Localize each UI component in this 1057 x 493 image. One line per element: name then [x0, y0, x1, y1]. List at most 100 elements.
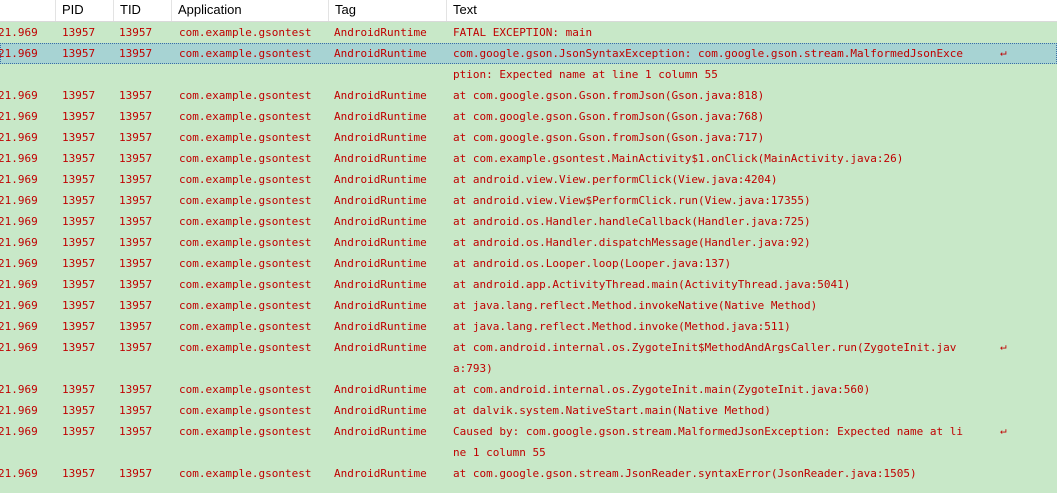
log-app-cell: [179, 442, 329, 463]
log-row[interactable]: 21.969 13957 13957 com.example.gsontest Andr…: [0, 169, 1057, 190]
log-row[interactable]: 21.969 13957 13957 com.example.gsontest Andr…: [0, 463, 1057, 484]
log-row[interactable]: 21.969 13957 13957 com.example.gsontest Andr…: [0, 22, 1057, 43]
log-row[interactable]: 21.969 13957 13957 com.example.gsontest Andr…: [0, 379, 1057, 400]
log-time-cell: 21.969: [0, 89, 38, 102]
log-row-continuation[interactable]: a:793): [0, 358, 1057, 379]
log-tid-cell: [119, 442, 173, 463]
log-app-cell: com.example.gsontest: [179, 341, 312, 354]
log-tid-cell: 13957: [119, 215, 153, 228]
log-time-cell: 21.969: [0, 215, 38, 228]
log-row[interactable]: 21.969 13957 13957 com.example.gsontest Andr…: [0, 421, 1057, 442]
log-pid-cell: 13957: [62, 320, 96, 333]
log-tag-cell: [334, 358, 448, 379]
log-row[interactable]: 21.969 13957 13957 com.example.gsontest Andr…: [0, 253, 1057, 274]
log-row[interactable]: 21.969 13957 13957 com.example.gsontest Andr…: [0, 211, 1057, 232]
column-header-time[interactable]: [0, 0, 56, 21]
log-row[interactable]: 21.969 13957 13957 com.example.gsontest Andr…: [0, 316, 1057, 337]
log-time-cell: [0, 442, 54, 463]
log-row[interactable]: 21.969 13957 13957 com.example.gsontest Andr…: [0, 106, 1057, 127]
log-text-cell: at android.view.View.performClick(View.j…: [453, 173, 778, 186]
log-app-cell: com.example.gsontest: [179, 236, 312, 249]
log-tid-cell: 13957: [119, 467, 153, 480]
log-app-cell: com.example.gsontest: [179, 215, 312, 228]
log-app-cell: com.example.gsontest: [179, 47, 312, 60]
log-text-cell: at android.app.ActivityThread.main(Activ…: [453, 278, 851, 291]
log-app-cell: com.example.gsontest: [179, 299, 312, 312]
log-app-cell: com.example.gsontest: [179, 383, 312, 396]
log-text-cell: at android.os.Handler.dispatchMessage(Ha…: [453, 236, 811, 249]
log-time-cell: 21.969: [0, 341, 38, 354]
column-header-application[interactable]: Application: [172, 0, 329, 21]
log-text-cell: at dalvik.system.NativeStart.main(Native…: [453, 404, 771, 417]
log-app-cell: com.example.gsontest: [179, 278, 312, 291]
log-row[interactable]: 21.969 13957 13957 com.example.gsontest Andr…: [0, 43, 1057, 64]
log-tag-cell: [334, 64, 448, 85]
table-header: PID TID Application Tag Text: [0, 0, 1057, 22]
log-tag-cell: AndroidRuntime: [334, 215, 427, 228]
log-tid-cell: 13957: [119, 152, 153, 165]
log-row[interactable]: 21.969 13957 13957 com.example.gsontest Andr…: [0, 274, 1057, 295]
log-row[interactable]: 21.969 13957 13957 com.example.gsontest Andr…: [0, 295, 1057, 316]
log-row[interactable]: 21.969 13957 13957 com.example.gsontest Andr…: [0, 85, 1057, 106]
log-pid-cell: 13957: [62, 299, 96, 312]
log-pid-cell: 13957: [62, 215, 96, 228]
log-pid-cell: 13957: [62, 341, 96, 354]
log-time-cell: 21.969: [0, 320, 38, 333]
wrap-arrow-icon: ↵: [1000, 340, 1007, 353]
log-pid-cell: 13957: [62, 257, 96, 270]
log-row[interactable]: 21.969 13957 13957 com.example.gsontest Andr…: [0, 337, 1057, 358]
log-tag-cell: AndroidRuntime: [334, 152, 427, 165]
log-text-cell: at com.android.internal.os.ZygoteInit$Me…: [453, 341, 957, 354]
log-time-cell: 21.969: [0, 131, 38, 144]
log-pid-cell: 13957: [62, 194, 96, 207]
log-tid-cell: 13957: [119, 26, 153, 39]
log-text-cell: at com.example.gsontest.MainActivity$1.o…: [453, 152, 904, 165]
log-tid-cell: 13957: [119, 110, 153, 123]
log-tag-cell: AndroidRuntime: [334, 257, 427, 270]
log-tag-cell: AndroidRuntime: [334, 89, 427, 102]
log-text-cell: Caused by: com.google.gson.stream.Malfor…: [453, 425, 963, 438]
log-text-cell: com.google.gson.JsonSyntaxException: com…: [453, 47, 963, 60]
log-tag-cell: AndroidRuntime: [334, 404, 427, 417]
log-text-cell: at java.lang.reflect.Method.invoke(Metho…: [453, 320, 791, 333]
log-tid-cell: 13957: [119, 383, 153, 396]
log-tid-cell: 13957: [119, 173, 153, 186]
log-tid-cell: [119, 358, 173, 379]
log-pid-cell: 13957: [62, 26, 96, 39]
wrap-arrow-icon: ↵: [1000, 46, 1007, 59]
log-app-cell: com.example.gsontest: [179, 152, 312, 165]
log-tag-cell: AndroidRuntime: [334, 131, 427, 144]
column-header-text[interactable]: Text: [447, 0, 1057, 21]
log-tid-cell: 13957: [119, 299, 153, 312]
logcat-panel: PID TID Application Tag Text 21.969 13957…: [0, 0, 1057, 493]
wrap-arrow-icon: ↵: [1000, 424, 1007, 437]
log-tid-cell: 13957: [119, 425, 153, 438]
log-row-continuation[interactable]: ption: Expected name at line 1 column 55: [0, 64, 1057, 85]
log-text-cell: at android.view.View$PerformClick.run(Vi…: [453, 194, 811, 207]
log-pid-cell: 13957: [62, 110, 96, 123]
log-tag-cell: AndroidRuntime: [334, 236, 427, 249]
log-row[interactable]: 21.969 13957 13957 com.example.gsontest Andr…: [0, 148, 1057, 169]
log-pid-cell: [62, 64, 114, 85]
log-text-cell: at com.google.gson.Gson.fromJson(Gson.ja…: [453, 89, 765, 102]
log-time-cell: 21.969: [0, 236, 38, 249]
log-tag-cell: AndroidRuntime: [334, 425, 427, 438]
log-time-cell: 21.969: [0, 26, 38, 39]
log-tag-cell: AndroidRuntime: [334, 26, 427, 39]
column-header-tag[interactable]: Tag: [329, 0, 447, 21]
log-text-cell: at com.android.internal.os.ZygoteInit.ma…: [453, 383, 871, 396]
log-row[interactable]: 21.969 13957 13957 com.example.gsontest Andr…: [0, 127, 1057, 148]
log-row[interactable]: 21.969 13957 13957 com.example.gsontest Andr…: [0, 190, 1057, 211]
log-tid-cell: 13957: [119, 47, 153, 60]
log-row[interactable]: 21.969 13957 13957 com.example.gsontest Andr…: [0, 400, 1057, 421]
log-tid-cell: 13957: [119, 320, 153, 333]
log-time-cell: 21.969: [0, 47, 38, 60]
log-row[interactable]: 21.969 13957 13957 com.example.gsontest Andr…: [0, 232, 1057, 253]
column-header-pid[interactable]: PID: [56, 0, 114, 21]
log-row-continuation[interactable]: ne 1 column 55: [0, 442, 1057, 463]
log-tid-cell: 13957: [119, 257, 153, 270]
log-pid-cell: 13957: [62, 383, 96, 396]
log-pid-cell: 13957: [62, 425, 96, 438]
log-text-cell: ne 1 column 55: [453, 446, 546, 459]
column-header-tid[interactable]: TID: [114, 0, 172, 21]
